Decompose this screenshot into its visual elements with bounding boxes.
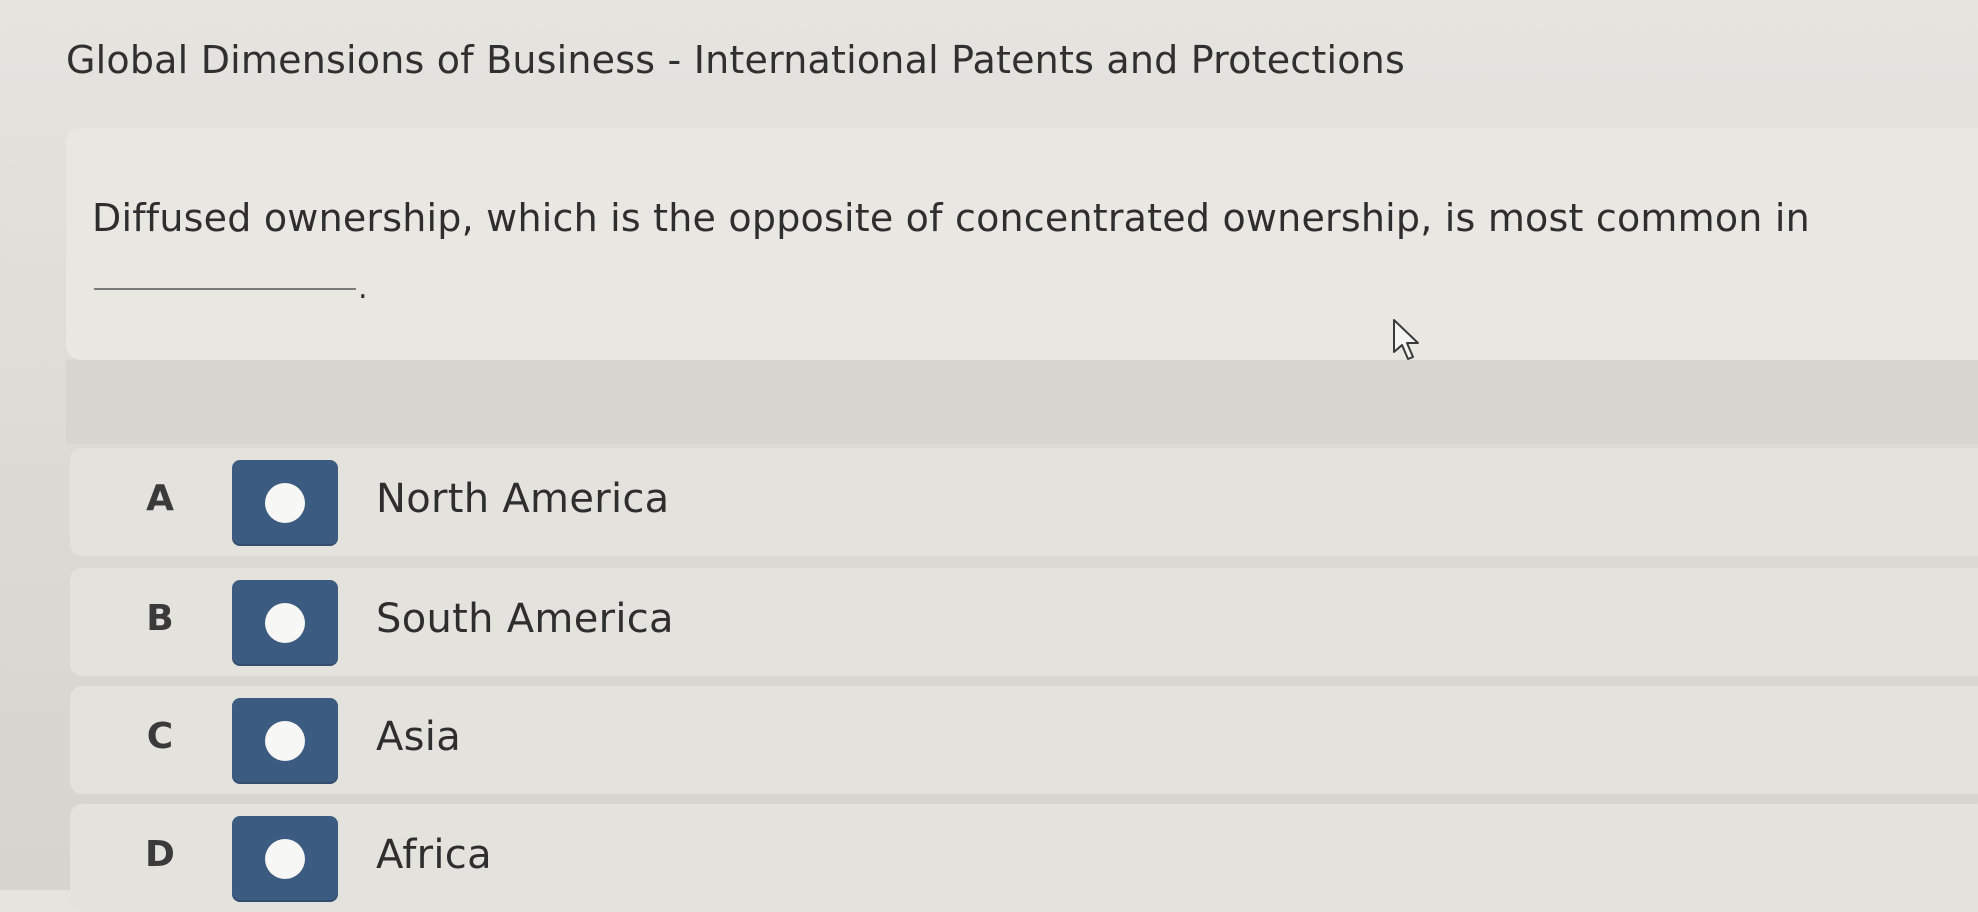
radio-dot [265,483,305,523]
radio-button-icon[interactable] [232,698,338,784]
radio-button-icon[interactable] [232,580,338,666]
option-d[interactable]: D Africa [70,804,1978,912]
radio-button-icon[interactable] [232,816,338,902]
answer-blank [94,288,356,290]
option-letter: A [146,478,174,519]
page-title: Global Dimensions of Business - Internat… [66,38,1405,82]
radio-dot [265,603,305,643]
blank-period: . [358,271,368,306]
question-text: Diffused ownership, which is the opposit… [92,196,1810,240]
option-label: North America [376,476,670,522]
separator-band [66,360,1978,444]
radio-dot [265,839,305,879]
option-c[interactable]: C Asia [70,686,1978,794]
option-a[interactable]: A North America [70,448,1978,556]
option-label: Asia [376,714,462,760]
mouse-pointer-icon [1393,319,1419,360]
option-letter: D [145,834,175,875]
radio-button-icon[interactable] [232,460,338,546]
radio-dot [265,721,305,761]
option-label: South America [376,596,674,642]
option-letter: C [146,716,174,757]
option-letter: B [146,598,174,639]
option-label: Africa [376,832,492,878]
option-b[interactable]: B South America [70,568,1978,676]
question-card: Diffused ownership, which is the opposit… [66,128,1978,360]
